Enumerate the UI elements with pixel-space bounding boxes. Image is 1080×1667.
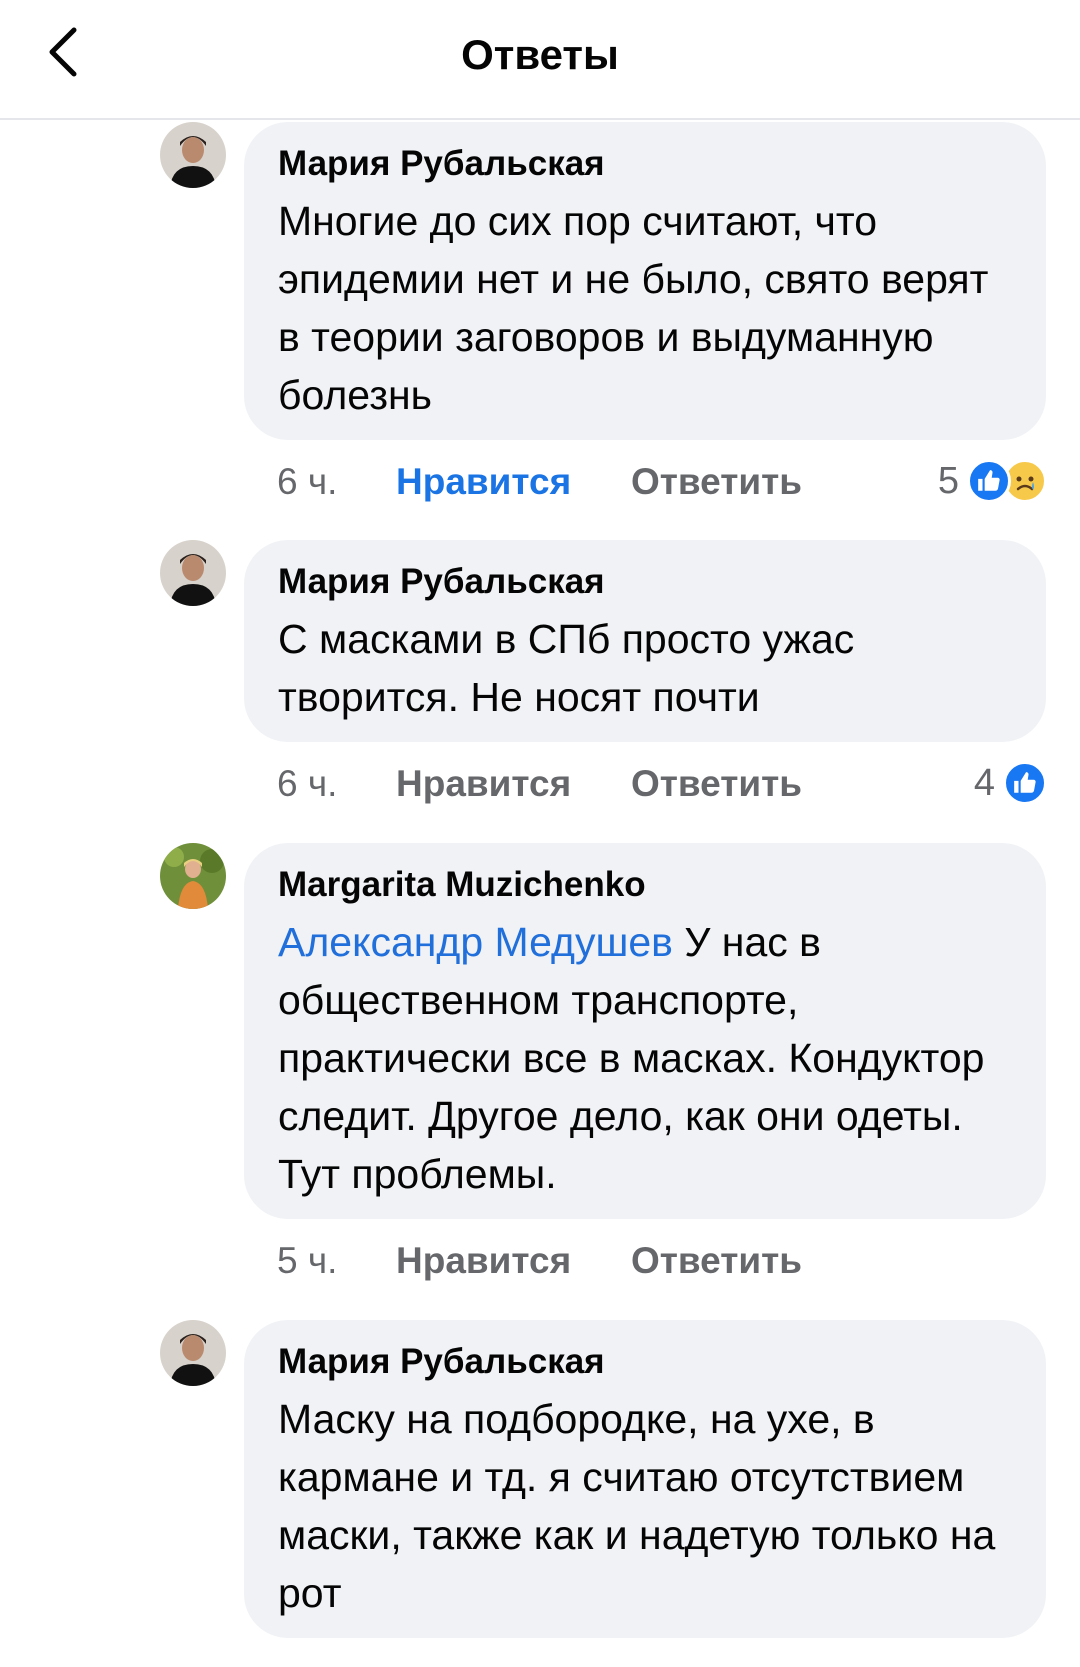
- comment-actions: 5 ч. Нравится Ответить: [277, 1232, 1047, 1288]
- comment-bubble: Мария Рубальская Маску на подбородке, на…: [244, 1320, 1046, 1638]
- like-button[interactable]: Нравится: [396, 763, 571, 805]
- comment-time[interactable]: 5 ч.: [277, 1240, 337, 1282]
- comment-actions: 6 ч. Нравится Ответить 4: [277, 755, 1047, 811]
- comment-bubble: Мария Рубальская Многие до сих пор счита…: [244, 122, 1046, 440]
- comment-bubble: Margarita Muzichenko Александр Медушев У…: [244, 843, 1046, 1219]
- like-button[interactable]: Нравится: [396, 461, 571, 503]
- like-button[interactable]: Нравится: [396, 1240, 571, 1282]
- reaction-count: 4: [973, 761, 995, 804]
- reaction-summary[interactable]: 5: [938, 453, 1047, 509]
- comment-author[interactable]: Margarita Muzichenko: [278, 865, 1012, 905]
- comment-author[interactable]: Мария Рубальская: [278, 144, 1012, 184]
- reply-button[interactable]: Ответить: [631, 763, 802, 805]
- comment-text: Маску на подбородке, на ухе, в кармане и…: [278, 1396, 996, 1616]
- comment-author[interactable]: Мария Рубальская: [278, 1342, 1012, 1382]
- like-icon: [967, 459, 1011, 503]
- comment-author[interactable]: Мария Рубальская: [278, 562, 1012, 602]
- mention-link[interactable]: Александр Медушев: [278, 919, 673, 965]
- comment-time[interactable]: 6 ч.: [277, 763, 337, 805]
- reply-button[interactable]: Ответить: [631, 461, 802, 503]
- comment-text: С масками в СПб просто ужас творится. Не…: [278, 616, 855, 720]
- comment-time[interactable]: 6 ч.: [277, 461, 337, 503]
- avatar[interactable]: [160, 1320, 226, 1386]
- avatar[interactable]: [160, 122, 226, 188]
- comment-bubble: Мария Рубальская С масками в СПб просто …: [244, 540, 1046, 742]
- comment-text: Многие до сих пор считают, что эпидемии …: [278, 198, 989, 418]
- reaction-count: 5: [937, 459, 959, 502]
- comment-actions: 6 ч. Нравится Ответить 5: [277, 453, 1047, 509]
- page-title: Ответы: [461, 31, 619, 78]
- like-icon: [1003, 761, 1047, 805]
- avatar[interactable]: [160, 843, 226, 909]
- reply-button[interactable]: Ответить: [631, 1240, 802, 1282]
- avatar[interactable]: [160, 540, 226, 606]
- top-bar: Ответы: [0, 0, 1080, 120]
- reaction-summary[interactable]: 4: [974, 755, 1047, 811]
- comment-text: Александр Медушев У нас в общественном т…: [278, 913, 1012, 1203]
